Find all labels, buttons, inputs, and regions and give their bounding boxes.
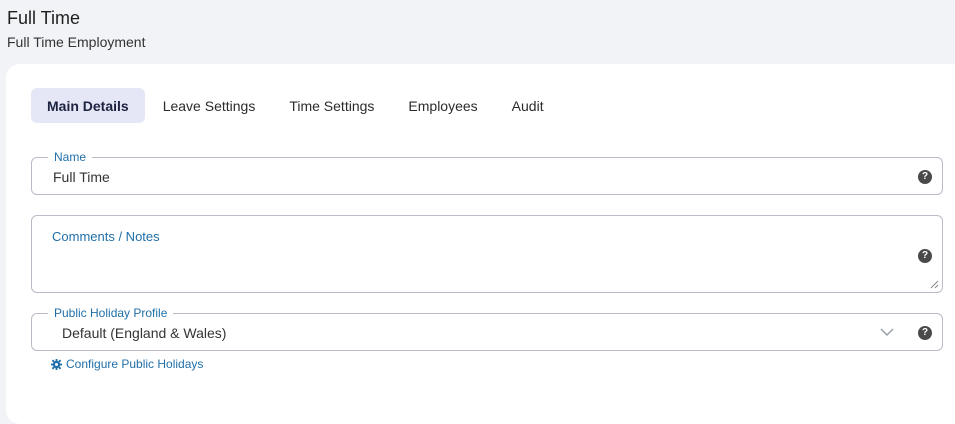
page-title: Full Time (7, 8, 81, 28)
name-field-label: Name (48, 150, 93, 164)
comments-help-icon[interactable]: ? (918, 249, 932, 263)
holiday-profile-select[interactable]: Public Holiday Profile Default (England … (31, 306, 943, 351)
holiday-profile-help-icon[interactable]: ? (918, 326, 932, 340)
tab-employees[interactable]: Employees (392, 88, 493, 123)
holiday-profile-label: Public Holiday Profile (48, 306, 174, 320)
holiday-profile-value: Default (England & Wales) (62, 325, 227, 341)
tab-time-settings[interactable]: Time Settings (273, 88, 390, 123)
tab-bar: Main Details Leave Settings Time Setting… (31, 88, 562, 123)
name-help-icon[interactable]: ? (918, 170, 932, 184)
details-card: Main Details Leave Settings Time Setting… (6, 64, 955, 424)
gear-icon (51, 358, 62, 370)
page-subtitle: Full Time Employment (7, 34, 146, 50)
tab-audit[interactable]: Audit (496, 88, 560, 123)
chevron-down-icon[interactable] (880, 327, 894, 337)
tab-main-details[interactable]: Main Details (31, 88, 145, 123)
name-field[interactable]: Name Full Time ? (31, 150, 943, 195)
configure-public-holidays-link[interactable]: Configure Public Holidays (51, 357, 203, 371)
comments-textarea[interactable]: Comments / Notes ? (31, 215, 943, 293)
resize-handle-icon[interactable] (930, 280, 939, 289)
configure-public-holidays-label: Configure Public Holidays (66, 357, 204, 371)
page-header: Full Time Full Time Employment (7, 7, 145, 50)
comments-placeholder: Comments / Notes (52, 229, 160, 244)
tab-leave-settings[interactable]: Leave Settings (147, 88, 272, 123)
name-input-value[interactable]: Full Time (53, 169, 110, 185)
